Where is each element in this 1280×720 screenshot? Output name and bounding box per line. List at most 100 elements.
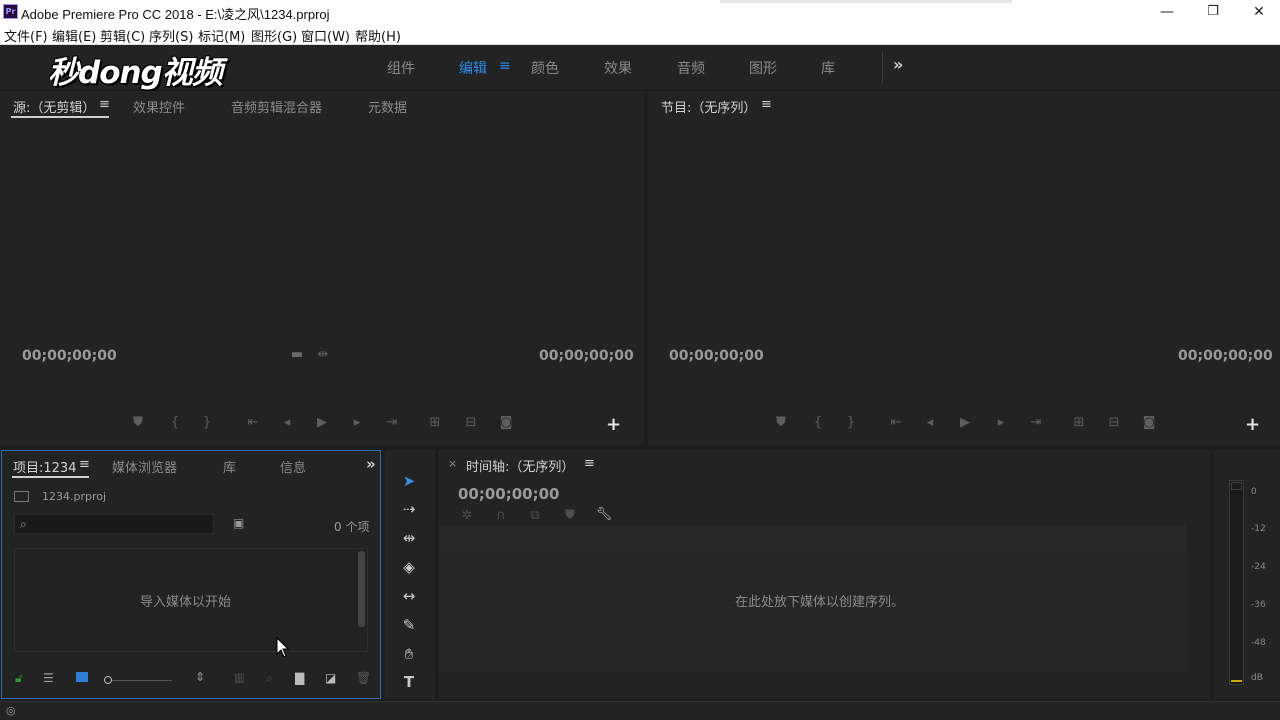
audio-meter-bar bbox=[1229, 480, 1244, 685]
restore-button[interactable]: ❐ bbox=[1190, 0, 1236, 24]
source-zoom-icon[interactable]: ▬ bbox=[287, 347, 307, 362]
play-icon[interactable]: ▶ bbox=[312, 415, 332, 430]
insert-icon[interactable]: ⊞ bbox=[425, 415, 445, 430]
automate-to-sequence-icon[interactable]: ▥ bbox=[234, 671, 244, 684]
mark-in-icon[interactable]: { bbox=[165, 415, 185, 430]
background-process-icon[interactable]: ◎ bbox=[6, 704, 16, 717]
menu-window[interactable]: 窗口(W) bbox=[301, 26, 350, 45]
project-panel-menu-icon[interactable]: ≡ bbox=[79, 457, 90, 472]
linked-selection-icon[interactable]: ⧉ bbox=[525, 508, 545, 523]
timeline-ruler[interactable] bbox=[439, 525, 1186, 552]
zoom-slider-handle[interactable] bbox=[104, 676, 112, 684]
find-icon[interactable]: ⌕ bbox=[266, 671, 273, 686]
tab-timeline[interactable]: 时间轴:（无序列） bbox=[466, 456, 574, 475]
mark-in-icon[interactable]: { bbox=[808, 415, 828, 430]
step-forward-icon[interactable]: ▸ bbox=[991, 415, 1011, 430]
settings-wrench-icon[interactable]: 🔧︎ bbox=[594, 507, 614, 522]
timeline-timecode[interactable]: 00;00;00;00 bbox=[458, 485, 560, 503]
ripple-edit-tool-icon[interactable]: ⇹ bbox=[398, 527, 420, 549]
meter-clip-indicator[interactable] bbox=[1231, 482, 1242, 490]
overwrite-icon[interactable]: ⊟ bbox=[461, 415, 481, 430]
source-drag-icon[interactable]: ⇹ bbox=[313, 347, 333, 362]
snap-icon[interactable]: ∩ bbox=[491, 508, 511, 523]
workspace-tab-libraries[interactable]: 库 bbox=[821, 58, 835, 78]
add-marker-icon[interactable]: ⛊ bbox=[128, 415, 148, 430]
play-icon[interactable]: ▶ bbox=[955, 415, 975, 430]
tab-info[interactable]: 信息 bbox=[280, 457, 306, 476]
workspace-tab-color[interactable]: 颜色 bbox=[531, 58, 559, 78]
go-to-out-icon[interactable]: ⇥ bbox=[1026, 415, 1046, 430]
program-playhead-timecode[interactable]: 00;00;00;00 bbox=[669, 348, 764, 364]
title-bar: Pr Adobe Premiere Pro CC 2018 - E:\凌之风\1… bbox=[0, 0, 1280, 24]
workspace-tab-editing[interactable]: 编辑 bbox=[459, 58, 487, 78]
go-to-in-icon[interactable]: ⇤ bbox=[886, 415, 906, 430]
sort-icon[interactable]: ⇕ bbox=[195, 670, 205, 684]
mark-out-icon[interactable]: } bbox=[841, 415, 861, 430]
track-select-tool-icon[interactable]: ⇢ bbox=[398, 498, 420, 520]
step-forward-icon[interactable]: ▸ bbox=[347, 415, 367, 430]
slip-tool-icon[interactable]: ↔ bbox=[398, 585, 420, 607]
add-marker-icon[interactable]: ⛊ bbox=[771, 415, 791, 430]
list-view-icon[interactable]: ☰ bbox=[43, 671, 54, 685]
tab-metadata[interactable]: 元数据 bbox=[368, 97, 407, 116]
source-playhead-timecode[interactable]: 00;00;00;00 bbox=[22, 348, 117, 364]
export-frame-icon[interactable]: ◙ bbox=[1139, 415, 1159, 430]
tab-media-browser[interactable]: 媒体浏览器 bbox=[112, 457, 177, 476]
menu-marker[interactable]: 标记(M) bbox=[198, 26, 245, 45]
tab-libraries[interactable]: 库 bbox=[223, 457, 236, 476]
workspace-tab-graphics[interactable]: 图形 bbox=[749, 58, 777, 78]
workspace-tab-assembly[interactable]: 组件 bbox=[387, 58, 415, 78]
extract-icon[interactable]: ⊟ bbox=[1104, 415, 1124, 430]
step-back-icon[interactable]: ◂ bbox=[277, 415, 297, 430]
menu-edit[interactable]: 编辑(E) bbox=[52, 26, 96, 45]
icon-view-icon[interactable] bbox=[76, 672, 88, 682]
button-editor-plus-icon[interactable]: + bbox=[606, 414, 621, 435]
close-window-button[interactable]: ✕ bbox=[1236, 0, 1280, 24]
tab-effect-controls[interactable]: 效果控件 bbox=[133, 97, 185, 116]
meter-level-indicator bbox=[1231, 680, 1242, 682]
go-to-out-icon[interactable]: ⇥ bbox=[382, 415, 402, 430]
tab-audio-clip-mixer[interactable]: 音频剪辑混合器 bbox=[231, 97, 322, 116]
workspace-overflow-button[interactable]: » bbox=[893, 55, 903, 74]
step-back-icon[interactable]: ◂ bbox=[920, 415, 940, 430]
menu-clip[interactable]: 剪辑(C) bbox=[100, 26, 145, 45]
razor-tool-icon[interactable]: ◈ bbox=[398, 556, 420, 578]
hand-tool-icon[interactable]: ✋︎ bbox=[398, 643, 420, 665]
timeline-drop-area[interactable]: 在此处放下媒体以创建序列。 bbox=[439, 525, 1186, 673]
go-to-in-icon[interactable]: ⇤ bbox=[243, 415, 263, 430]
source-panel-menu-icon[interactable]: ≡ bbox=[99, 97, 110, 112]
tab-source[interactable]: 源:（无剪辑） bbox=[13, 97, 95, 116]
tab-program[interactable]: 节目:（无序列） bbox=[661, 97, 756, 116]
menu-sequence[interactable]: 序列(S) bbox=[149, 26, 193, 45]
zoom-slider-track[interactable] bbox=[112, 680, 172, 681]
selection-tool-icon[interactable]: ➤ bbox=[398, 470, 420, 492]
program-panel-menu-icon[interactable]: ≡ bbox=[761, 97, 772, 112]
nest-icon[interactable]: ✲ bbox=[457, 508, 477, 523]
lift-icon[interactable]: ⊞ bbox=[1069, 415, 1089, 430]
project-bin-area[interactable]: 导入媒体以开始 bbox=[14, 548, 368, 652]
pen-tool-icon[interactable]: ✎ bbox=[398, 614, 420, 636]
workspace-tab-audio[interactable]: 音频 bbox=[677, 58, 705, 78]
timeline-panel-menu-icon[interactable]: ≡ bbox=[584, 456, 595, 471]
panel-overflow-button[interactable]: » bbox=[366, 455, 376, 473]
lock-icon[interactable]: 🔓︎ bbox=[15, 671, 23, 686]
trash-icon[interactable]: 🗑︎ bbox=[356, 671, 371, 685]
add-marker-icon[interactable]: ⛊ bbox=[560, 508, 580, 523]
new-bin-icon[interactable]: ▇ bbox=[295, 671, 304, 685]
menu-file[interactable]: 文件(F) bbox=[4, 26, 48, 45]
mark-out-icon[interactable]: } bbox=[197, 415, 217, 430]
button-editor-plus-icon[interactable]: + bbox=[1245, 414, 1260, 435]
new-item-icon[interactable]: ◪ bbox=[325, 671, 336, 685]
bin-scrollbar[interactable] bbox=[358, 551, 365, 627]
workspace-menu-icon[interactable]: ≡ bbox=[499, 58, 511, 74]
new-search-bin-icon[interactable]: ▣ bbox=[233, 516, 244, 530]
export-frame-icon[interactable]: ◙ bbox=[496, 415, 516, 430]
tab-project[interactable]: 项目:1234 bbox=[13, 457, 76, 476]
workspace-tab-effects[interactable]: 效果 bbox=[604, 58, 632, 78]
minimize-button[interactable]: — bbox=[1144, 0, 1190, 24]
menu-graphics[interactable]: 图形(G) bbox=[251, 26, 297, 45]
project-search-input[interactable]: ⌕ bbox=[14, 514, 214, 534]
type-tool-icon[interactable]: T bbox=[398, 671, 420, 693]
menu-help[interactable]: 帮助(H) bbox=[355, 26, 401, 45]
close-tab-icon[interactable]: × bbox=[448, 457, 457, 470]
